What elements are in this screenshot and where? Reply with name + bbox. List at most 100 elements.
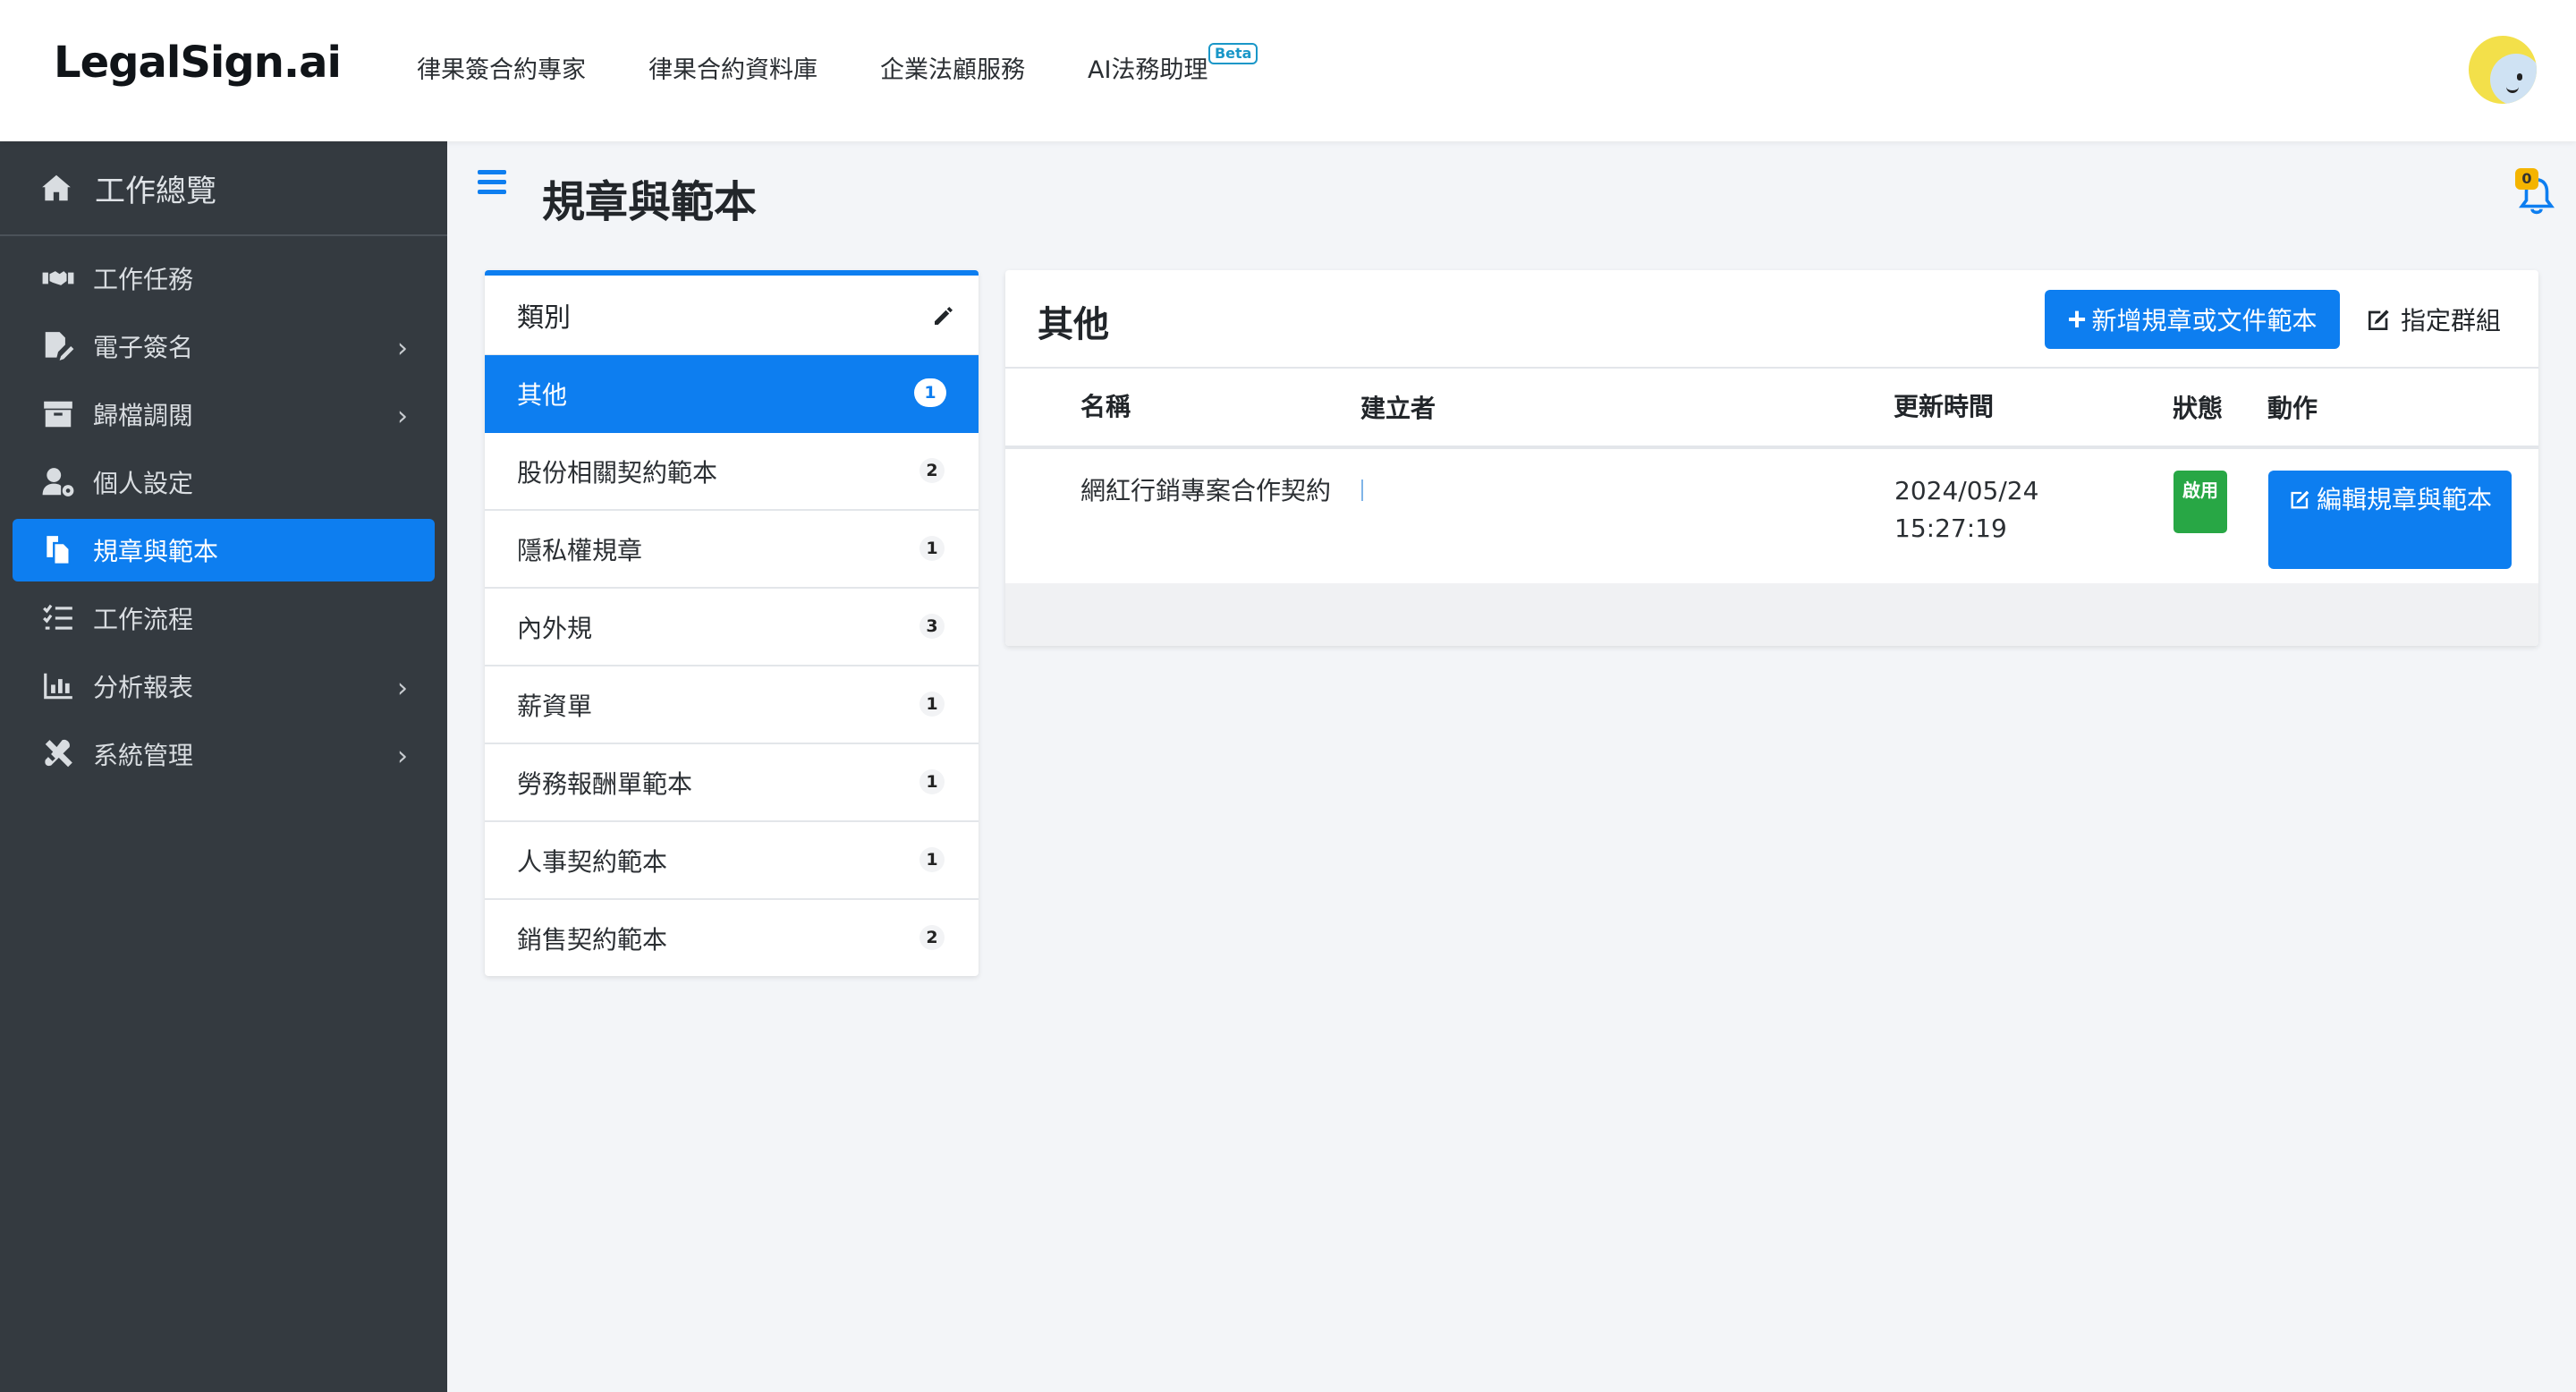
cell-name: 網紅行銷專案合作契約	[1080, 476, 1332, 505]
category-count-badge: 3	[919, 614, 945, 639]
topnav-ai-assistant[interactable]: AI法務助理 Beta	[1088, 43, 1258, 85]
category-item-internal-external[interactable]: 內外規 3	[485, 589, 979, 666]
chevron-right-icon: ›	[397, 401, 408, 432]
edit-square-icon	[2368, 310, 2389, 330]
edit-template-label: 編輯規章與範本	[2316, 485, 2492, 514]
topnav-ai-assistant-label: AI法務助理	[1088, 56, 1208, 84]
category-count-badge: 2	[919, 458, 945, 483]
category-item-label: 股份相關契約範本	[517, 457, 718, 488]
category-item-label: 隱私權規章	[517, 535, 643, 565]
category-item-other[interactable]: 其他 1	[485, 355, 979, 433]
sidebar-menu: 工作任務 電子簽名 › 歸檔調閱 › 個人設定 規章與範本 工作流程 分析報表 …	[0, 236, 447, 785]
category-item-label: 勞務報酬單範本	[517, 768, 693, 799]
top-nav: 律果簽合約專家 律果合約資料庫 企業法顧服務 AI法務助理 Beta	[417, 43, 1258, 85]
edit-template-button[interactable]: 編輯規章與範本	[2268, 471, 2512, 569]
cell-status: 啟用	[2173, 447, 2267, 581]
beta-badge: Beta	[1208, 43, 1258, 64]
category-count-badge: 1	[919, 847, 945, 872]
assign-group-button[interactable]: 指定群組	[2365, 290, 2501, 349]
column-header-status[interactable]: 狀態	[2173, 369, 2267, 449]
cell-creator	[1360, 447, 1894, 581]
sidebar-item-workflow[interactable]: 工作流程	[13, 587, 435, 649]
sidebar-item-label: 工作流程	[93, 605, 194, 634]
handshake-icon	[41, 261, 75, 295]
category-count-badge: 1	[919, 692, 945, 717]
chevron-right-icon: ›	[397, 333, 408, 364]
creator-placeholder	[1361, 480, 1363, 501]
copy-icon	[41, 533, 75, 567]
sidebar-toggle-icon[interactable]	[478, 170, 506, 199]
category-item-share-contracts[interactable]: 股份相關契約範本 2	[485, 433, 979, 511]
sidebar-dashboard-label: 工作總覽	[95, 173, 216, 209]
sidebar-item-system-admin[interactable]: 系統管理 ›	[13, 723, 435, 785]
category-item-sales-contracts[interactable]: 銷售契約範本 2	[485, 900, 979, 976]
list-check-icon	[41, 601, 75, 635]
plus-icon: +	[2067, 301, 2087, 337]
user-gear-icon	[41, 465, 75, 499]
sidebar-item-label: 分析報表	[93, 673, 194, 702]
bar-chart-icon	[41, 669, 75, 703]
table-header-row: 名稱 建立者 更新時間 狀態 動作	[1005, 369, 2538, 449]
category-item-payslip[interactable]: 薪資單 1	[485, 666, 979, 744]
sidebar-dashboard-link[interactable]: 工作總覽	[0, 141, 447, 236]
chevron-right-icon: ›	[397, 673, 408, 704]
sidebar-item-personal-settings[interactable]: 個人設定	[13, 451, 435, 514]
category-item-hr-contracts[interactable]: 人事契約範本 1	[485, 822, 979, 900]
signature-icon	[41, 329, 75, 363]
topnav-contract-expert[interactable]: 律果簽合約專家	[417, 50, 586, 85]
category-item-label: 內外規	[517, 613, 593, 643]
home-icon	[39, 171, 73, 205]
cell-updated-date: 2024/05/24	[1894, 476, 2039, 505]
user-avatar[interactable]	[2469, 36, 2537, 104]
category-count-badge: 1	[919, 769, 945, 794]
content-title: 其他	[1038, 304, 1109, 345]
cell-action: 編輯規章與範本	[2267, 447, 2538, 581]
content-header: 其他 + 新增規章或文件範本 指定群組	[1005, 270, 2538, 369]
app-logo[interactable]: LegalSign.ai	[54, 38, 342, 88]
sidebar-item-label: 電子簽名	[93, 333, 194, 362]
top-header: LegalSign.ai 律果簽合約專家 律果合約資料庫 企業法顧服務 AI法務…	[0, 0, 2576, 141]
cell-updated-time: 15:27:19	[1894, 514, 2007, 543]
sidebar-item-rules-templates[interactable]: 規章與範本	[13, 519, 435, 581]
category-item-service-fee[interactable]: 勞務報酬單範本 1	[485, 744, 979, 822]
avatar-mouth	[2506, 86, 2519, 93]
category-item-privacy[interactable]: 隱私權規章 1	[485, 511, 979, 589]
category-header-title: 類別	[517, 302, 571, 334]
chevron-right-icon: ›	[397, 741, 408, 772]
topnav-contract-database[interactable]: 律果合約資料庫	[648, 50, 818, 85]
category-header: 類別	[485, 276, 979, 355]
sidebar-item-archive[interactable]: 歸檔調閱 ›	[13, 383, 435, 446]
tools-icon	[41, 737, 75, 771]
templates-table: 名稱 建立者 更新時間 狀態 動作 網紅行銷專案合作契約 2024/05/24 …	[1005, 369, 2538, 581]
column-header-updated[interactable]: 更新時間	[1894, 369, 2173, 449]
topnav-legal-advisory[interactable]: 企業法顧服務	[880, 50, 1025, 85]
table-footer	[1005, 583, 2538, 646]
category-item-label: 銷售契約範本	[517, 924, 668, 955]
category-count-badge: 1	[919, 536, 945, 561]
category-item-label: 其他	[517, 379, 568, 410]
sidebar-item-label: 規章與範本	[93, 537, 219, 566]
table-row: 網紅行銷專案合作契約 2024/05/24 15:27:19 啟用 編輯規章與範…	[1005, 447, 2538, 581]
sidebar-item-label: 工作任務	[93, 265, 194, 294]
sidebar-item-esign[interactable]: 電子簽名 ›	[13, 315, 435, 378]
sidebar-item-tasks[interactable]: 工作任務	[13, 247, 435, 310]
category-item-label: 人事契約範本	[517, 846, 668, 877]
column-header-name[interactable]: 名稱	[1005, 369, 1360, 449]
sidebar-item-label: 個人設定	[93, 469, 194, 498]
category-count-badge: 1	[914, 378, 946, 407]
cell-updated: 2024/05/24 15:27:19	[1894, 447, 2173, 581]
column-header-creator[interactable]: 建立者	[1360, 369, 1894, 449]
sidebar-item-reports[interactable]: 分析報表 ›	[13, 655, 435, 717]
add-template-label: 新增規章或文件範本	[2091, 307, 2318, 335]
assign-group-label: 指定群組	[2401, 306, 2502, 335]
add-template-button[interactable]: + 新增規章或文件範本	[2045, 290, 2340, 349]
sidebar: 工作總覽 工作任務 電子簽名 › 歸檔調閱 › 個人設定 規章與範本 工作流程	[0, 141, 447, 1392]
pencil-icon[interactable]	[930, 302, 957, 329]
column-header-action: 動作	[2267, 369, 2538, 449]
category-count-badge: 2	[919, 925, 945, 950]
avatar-face	[2490, 54, 2537, 104]
edit-square-icon	[2291, 490, 2309, 509]
page-title: 規章與範本	[542, 177, 758, 227]
status-badge: 啟用	[2174, 471, 2227, 533]
sidebar-item-label: 歸檔調閱	[93, 401, 194, 430]
